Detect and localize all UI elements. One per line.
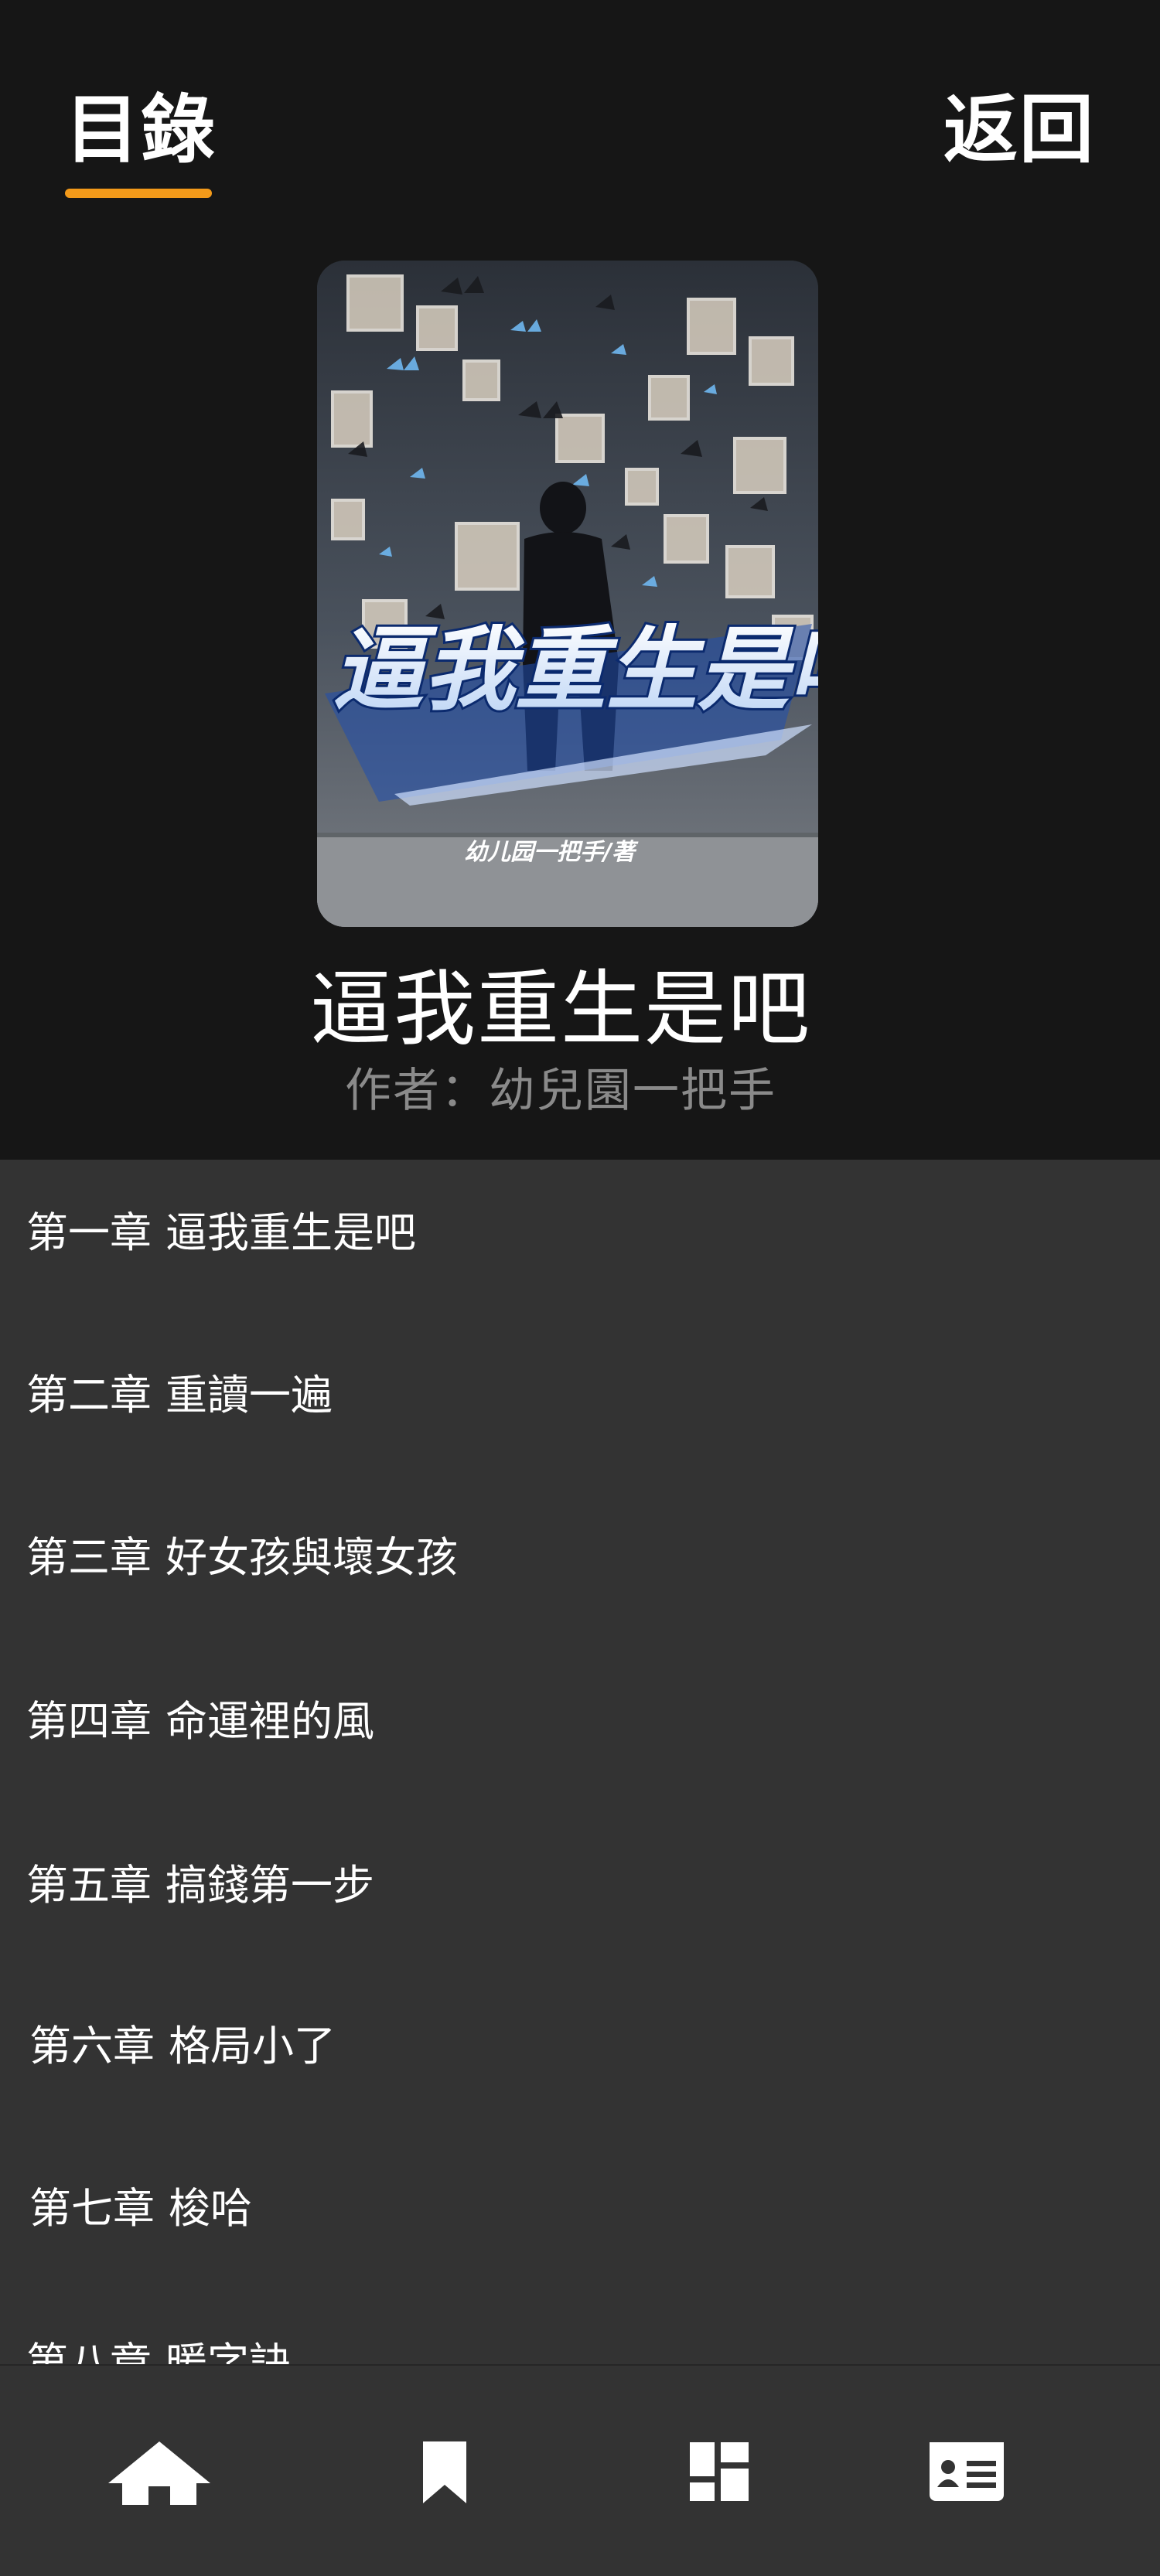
chapter-item[interactable]: 第二章 重讀一遍 bbox=[26, 1375, 333, 1416]
nav-dashboard-button[interactable] bbox=[642, 2366, 797, 2576]
chapter-title: 格局小了 bbox=[169, 2022, 336, 2070]
cover-title-art: 逼我重生是吧 bbox=[333, 616, 818, 723]
home-icon bbox=[108, 2441, 210, 2505]
chapter-item[interactable]: 第三章 好女孩與壞女孩 bbox=[26, 1537, 458, 1579]
chapter-number: 第八章 bbox=[26, 2339, 152, 2366]
book-title: 逼我重生是吧 bbox=[310, 962, 811, 1057]
header: 目錄 返回 bbox=[0, 0, 1160, 232]
back-button[interactable]: 返回 bbox=[943, 93, 1095, 167]
chapter-item[interactable]: 第一章 逼我重生是吧 bbox=[26, 1212, 416, 1254]
nav-home-button[interactable] bbox=[82, 2366, 237, 2576]
book-cover: 逼我重生是吧 幼儿园一把手/著 bbox=[317, 261, 818, 927]
chapter-number: 第三章 bbox=[26, 1533, 152, 1582]
chapter-number: 第六章 bbox=[29, 2022, 155, 2070]
nav-bookmark-button[interactable] bbox=[367, 2366, 522, 2576]
bottom-nav bbox=[0, 2364, 1160, 2576]
nav-profile-button[interactable] bbox=[889, 2366, 1044, 2576]
tab-toc[interactable]: 目錄 bbox=[65, 93, 217, 167]
chapter-item[interactable]: 第五章 搞錢第一步 bbox=[26, 1865, 374, 1906]
chapter-item[interactable]: 第六章 格局小了 bbox=[29, 2026, 336, 2067]
tab-active-indicator bbox=[65, 189, 212, 198]
chapter-title: 重讀一遍 bbox=[165, 1371, 333, 1419]
chapter-item[interactable]: 第八章 暖字訣 bbox=[26, 2343, 291, 2366]
chapter-title: 梭哈 bbox=[169, 2184, 252, 2233]
chapter-list[interactable]: 第一章 逼我重生是吧 第二章 重讀一遍 第三章 好女孩與壞女孩 第四章 命運裡的風 第五… bbox=[0, 1160, 1160, 2366]
bookmark-icon bbox=[423, 2441, 466, 2503]
chapter-item[interactable]: 第七章 梭哈 bbox=[29, 2188, 252, 2230]
chapter-title: 逼我重生是吧 bbox=[165, 1208, 416, 1257]
dashboard-icon bbox=[690, 2442, 749, 2501]
chapter-item[interactable]: 第四章 命運裡的風 bbox=[26, 1701, 374, 1743]
chapter-title: 搞錢第一步 bbox=[165, 1861, 374, 1910]
chapter-number: 第一章 bbox=[26, 1208, 152, 1257]
chapter-number: 第七章 bbox=[29, 2184, 155, 2233]
chapter-title: 好女孩與壞女孩 bbox=[165, 1533, 458, 1582]
book-author: 作者：幼兒園一把手 bbox=[345, 1064, 776, 1118]
chapter-number: 第五章 bbox=[26, 1861, 152, 1910]
cover-author-art: 幼儿园一把手/著 bbox=[464, 839, 639, 866]
screen: 目錄 返回 逼我重生是 幼儿园一把手/著 逼我重生是吧 作者：幼兒園一把手 第一… bbox=[0, 0, 1160, 2576]
chapter-title: 暖字訣 bbox=[165, 2339, 291, 2366]
chapter-number: 第四章 bbox=[26, 1697, 152, 1746]
chapter-number: 第二章 bbox=[26, 1371, 152, 1419]
profile-card-icon bbox=[930, 2442, 1004, 2501]
chapter-title: 命運裡的風 bbox=[165, 1697, 374, 1746]
